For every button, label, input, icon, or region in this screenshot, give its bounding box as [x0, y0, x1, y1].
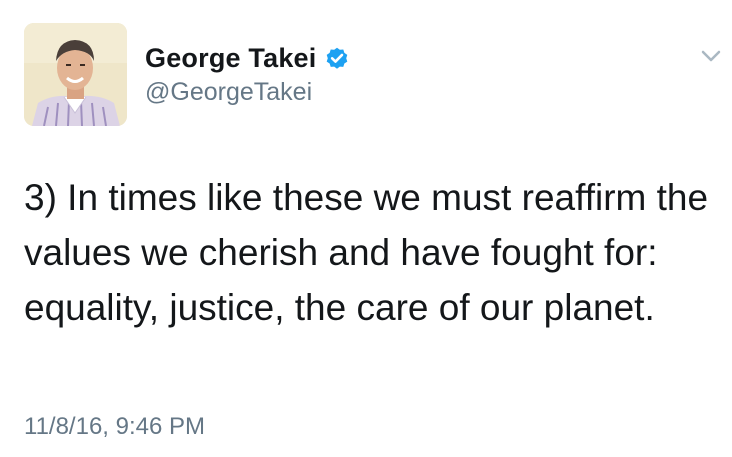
chevron-down-icon[interactable]	[700, 48, 722, 64]
tweet-text: 3) In times like these we must reaffirm …	[24, 177, 709, 328]
tweet-timestamp[interactable]: 11/8/16, 9:46 PM	[24, 413, 205, 441]
verified-badge-icon	[324, 45, 350, 71]
avatar[interactable]	[24, 23, 127, 126]
author-name-row: George Takei	[145, 40, 350, 76]
author-handle[interactable]: @GeorgeTakei	[145, 78, 312, 107]
avatar-photo	[24, 23, 127, 126]
tweet-card: George Takei @GeorgeTakei 3) In times li…	[0, 0, 732, 457]
author-display-name[interactable]: George Takei	[145, 43, 316, 74]
